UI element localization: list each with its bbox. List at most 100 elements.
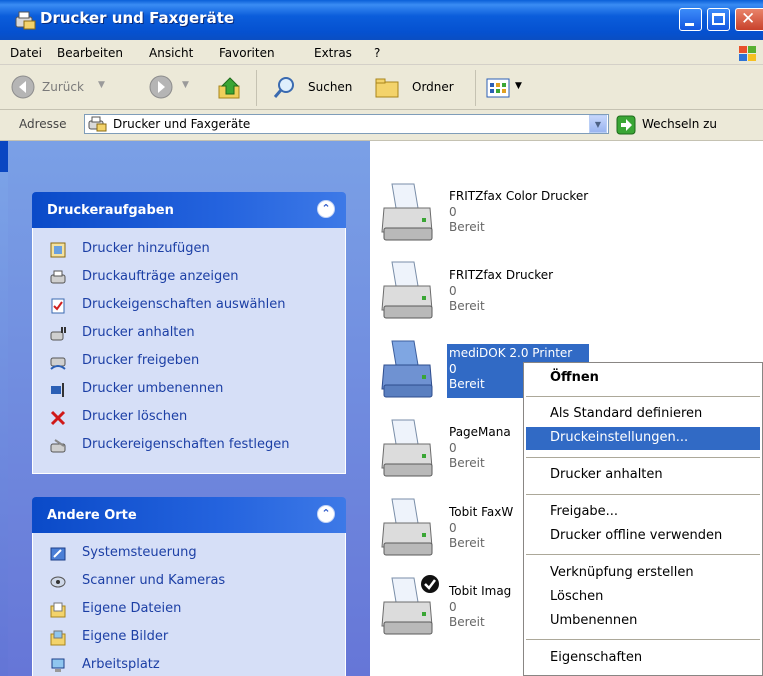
task-share-printer[interactable]: Drucker freigeben	[82, 353, 199, 368]
printer-status: Bereit	[449, 615, 485, 629]
minimize-button[interactable]	[679, 8, 702, 31]
printer-status: Bereit	[449, 220, 485, 234]
up-folder-button[interactable]	[216, 74, 244, 102]
printer-icon	[381, 183, 433, 241]
printer-item[interactable]	[378, 414, 438, 484]
task-set-printer-properties[interactable]: Druckereigenschaften festlegen	[82, 437, 289, 452]
ctx-printing-preferences[interactable]: Druckeinstellungen...	[550, 430, 688, 445]
go-label: Wechseln zu	[642, 117, 718, 131]
close-icon: ✕	[741, 9, 756, 29]
delete-icon	[50, 410, 66, 426]
windows-logo-icon	[739, 46, 756, 61]
scanner-camera-icon	[50, 576, 66, 588]
menu-separator	[526, 554, 760, 555]
task-select-preferences[interactable]: Druckeigenschaften auswählen	[82, 297, 286, 312]
pause-printer-icon	[50, 327, 66, 341]
forward-button[interactable]: ▼	[148, 74, 206, 102]
views-dropdown-icon: ▼	[515, 81, 522, 91]
menu-separator	[526, 639, 760, 640]
add-printer-icon	[50, 242, 66, 258]
menu-help[interactable]: ?	[374, 46, 380, 60]
ctx-sharing[interactable]: Freigabe...	[550, 504, 618, 519]
printer-name[interactable]: FRITZfax Color Drucker	[449, 189, 588, 203]
task-delete-printer[interactable]: Drucker löschen	[82, 409, 187, 424]
place-scanners-cameras[interactable]: Scanner und Kameras	[82, 573, 225, 588]
place-my-documents[interactable]: Eigene Dateien	[82, 601, 181, 616]
folders-label: Ordner	[412, 80, 454, 94]
printer-item-selected[interactable]	[378, 335, 438, 405]
printer-icon	[381, 419, 433, 477]
printer-job-count: 0	[449, 284, 457, 298]
printer-name[interactable]: mediDOK 2.0 Printer	[449, 346, 572, 360]
printer-icon	[381, 261, 433, 319]
search-label: Suchen	[308, 80, 353, 94]
printer-name[interactable]: Tobit Imag	[449, 584, 511, 598]
my-documents-icon	[50, 602, 66, 618]
back-label: Zurück	[42, 80, 84, 94]
maximize-button[interactable]	[707, 8, 730, 31]
close-button[interactable]: ✕	[735, 8, 763, 31]
printer-name[interactable]: FRITZfax Drucker	[449, 268, 553, 282]
places-panel-title: Andere Orte	[47, 508, 137, 523]
share-printer-icon	[50, 357, 66, 370]
printer-icon	[381, 498, 433, 556]
task-pause-printer[interactable]: Drucker anhalten	[82, 325, 195, 340]
menu-separator	[526, 457, 760, 458]
menu-separator	[526, 494, 760, 495]
place-my-pictures[interactable]: Eigene Bilder	[82, 629, 168, 644]
task-rename-printer[interactable]: Drucker umbenennen	[82, 381, 223, 396]
my-computer-icon	[51, 658, 65, 672]
menu-separator	[526, 396, 760, 397]
back-dropdown-icon: ▼	[98, 80, 105, 90]
menu-favorites[interactable]: Favoriten	[219, 46, 275, 60]
printer-job-count: 0	[449, 521, 457, 535]
menu-view[interactable]: Ansicht	[149, 46, 193, 60]
menu-file[interactable]: Datei	[10, 46, 42, 60]
go-button[interactable]: Wechseln zu	[616, 114, 763, 136]
printer-item[interactable]	[378, 256, 438, 326]
ctx-set-default[interactable]: Als Standard definieren	[550, 406, 702, 421]
printer-properties-icon	[50, 439, 66, 453]
menu-tools[interactable]: Extras	[314, 46, 352, 60]
printer-item[interactable]	[378, 178, 438, 248]
ctx-delete[interactable]: Löschen	[550, 589, 603, 604]
place-control-panel[interactable]: Systemsteuerung	[82, 545, 197, 560]
ctx-pause-printer[interactable]: Drucker anhalten	[550, 467, 663, 482]
printer-status: Bereit	[449, 456, 485, 470]
printer-job-count: 0	[449, 205, 457, 219]
collapse-icon[interactable]: ⌃	[317, 200, 335, 218]
task-add-printer[interactable]: Drucker hinzufügen	[82, 241, 210, 256]
printer-folder-icon	[88, 116, 107, 132]
printer-name[interactable]: PageMana	[449, 425, 511, 439]
printer-status: Bereit	[449, 536, 485, 550]
ctx-open[interactable]: Öffnen	[550, 370, 599, 385]
views-button[interactable]: ▼	[485, 74, 535, 102]
printer-item[interactable]	[378, 493, 438, 563]
printer-job-count: 0	[449, 362, 457, 376]
printer-status: Bereit	[449, 377, 485, 391]
printer-icon	[381, 340, 433, 398]
address-label: Adresse	[19, 117, 67, 131]
task-show-print-jobs[interactable]: Druckaufträge anzeigen	[82, 269, 239, 284]
menu-edit[interactable]: Bearbeiten	[57, 46, 123, 60]
folders-button[interactable]: Ordner	[374, 74, 469, 102]
print-jobs-icon	[50, 270, 66, 284]
address-value: Drucker und Faxgeräte	[113, 117, 251, 131]
my-pictures-icon	[50, 630, 66, 646]
place-my-computer[interactable]: Arbeitsplatz	[82, 657, 160, 672]
back-button[interactable]: Zurück ▼	[10, 74, 120, 102]
ctx-rename[interactable]: Umbenennen	[550, 613, 637, 628]
ctx-create-shortcut[interactable]: Verknüpfung erstellen	[550, 565, 694, 580]
search-icon	[273, 77, 294, 98]
folders-icon	[375, 78, 399, 98]
collapse-icon[interactable]: ⌃	[317, 505, 335, 523]
printer-name[interactable]: Tobit FaxW	[449, 505, 513, 519]
printer-job-count: 0	[449, 600, 457, 614]
search-button[interactable]: Suchen	[270, 74, 365, 102]
ctx-use-offline[interactable]: Drucker offline verwenden	[550, 528, 722, 543]
address-dropdown-icon[interactable]: ▼	[589, 115, 607, 133]
forward-arrow-icon	[149, 75, 173, 99]
forward-dropdown-icon: ▼	[182, 80, 189, 90]
ctx-properties[interactable]: Eigenschaften	[550, 650, 642, 665]
tasks-panel-title: Druckeraufgaben	[47, 203, 174, 218]
